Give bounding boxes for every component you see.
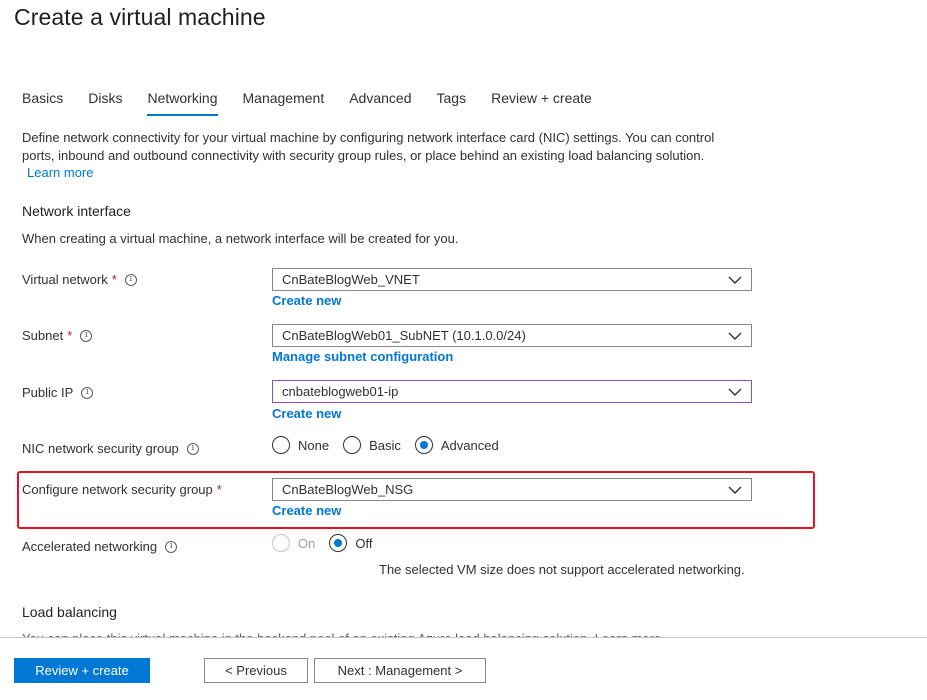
radio-advanced-label: Advanced (440, 437, 499, 453)
subnet-value: CnBateBlogWeb01_SubNET (10.1.0.0/24) (282, 328, 526, 343)
subnet-label-text: Subnet (22, 328, 64, 343)
tab-review-create[interactable]: Review + create (491, 90, 592, 116)
network-interface-subtitle: When creating a virtual machine, a netwo… (22, 231, 459, 246)
public-ip-create-new-link[interactable]: Create new (272, 406, 341, 421)
tab-disks[interactable]: Disks (88, 90, 122, 116)
configure-nsg-label: Configure network security group * (22, 482, 222, 497)
configure-nsg-value: CnBateBlogWeb_NSG (282, 482, 414, 497)
tab-advanced[interactable]: Advanced (349, 90, 411, 116)
configure-nsg-label-text: Configure network security group (22, 482, 213, 497)
public-ip-label-text: Public IP (22, 385, 74, 400)
radio-off-label: Off (355, 535, 373, 551)
chevron-down-icon (728, 486, 742, 494)
radio-none[interactable] (272, 436, 290, 454)
required-marker: * (67, 328, 73, 343)
tab-bar: Basics Disks Networking Management Advan… (22, 90, 617, 116)
virtual-network-label: Virtual network * i (22, 272, 137, 287)
next-management-button[interactable]: Next : Management > (314, 658, 486, 683)
radio-on-label: On (298, 535, 316, 551)
subnet-dropdown[interactable]: CnBateBlogWeb01_SubNET (10.1.0.0/24) (272, 324, 752, 347)
radio-basic[interactable] (343, 436, 362, 454)
accelerated-networking-label-text: Accelerated networking (22, 539, 158, 554)
nic-nsg-label: NIC network security group i (22, 441, 199, 456)
accelerated-option-on: On (272, 534, 315, 552)
chevron-down-icon (728, 276, 742, 284)
chevron-down-icon (728, 388, 742, 396)
subnet-label: Subnet * i (22, 328, 93, 343)
load-balancing-description: You can place this virtual machine in th… (22, 630, 661, 637)
review-create-button[interactable]: Review + create (14, 658, 150, 683)
tab-tags[interactable]: Tags (437, 90, 467, 116)
public-ip-value: cnbateblogweb01-ip (282, 384, 399, 399)
info-icon[interactable]: i (186, 442, 199, 455)
radio-advanced[interactable] (414, 436, 433, 454)
tab-networking[interactable]: Networking (147, 90, 218, 116)
info-icon[interactable]: i (165, 540, 178, 553)
required-marker: * (216, 482, 222, 497)
radio-off[interactable] (329, 534, 348, 552)
virtual-network-dropdown[interactable]: CnBateBlogWeb_VNET (272, 268, 752, 291)
nic-nsg-radio-group: None Basic Advanced (272, 436, 513, 454)
nic-nsg-option-basic[interactable]: Basic (343, 436, 401, 454)
radio-none-label: None (298, 437, 330, 453)
info-icon[interactable]: i (124, 273, 137, 286)
configure-nsg-dropdown[interactable]: CnBateBlogWeb_NSG (272, 478, 752, 501)
configure-nsg-create-new-link[interactable]: Create new (272, 503, 341, 518)
tab-basics[interactable]: Basics (22, 90, 63, 116)
nic-nsg-label-text: NIC network security group (22, 441, 179, 456)
public-ip-dropdown[interactable]: cnbateblogweb01-ip (272, 380, 752, 403)
virtual-network-value: CnBateBlogWeb_VNET (282, 272, 420, 287)
public-ip-label: Public IP i (22, 385, 94, 400)
manage-subnet-configuration-link[interactable]: Manage subnet configuration (272, 349, 453, 364)
virtual-network-label-text: Virtual network (22, 272, 108, 287)
network-interface-heading: Network interface (22, 203, 131, 219)
info-icon[interactable]: i (80, 329, 93, 342)
footer-bar: Review + create < Previous Next : Manage… (0, 637, 927, 700)
nic-nsg-option-advanced[interactable]: Advanced (414, 436, 499, 454)
radio-basic-label: Basic (369, 437, 401, 453)
radio-on (272, 534, 290, 552)
learn-more-link[interactable]: Learn more (27, 165, 93, 180)
tab-management[interactable]: Management (243, 90, 325, 116)
nic-nsg-option-none[interactable]: None (272, 436, 329, 454)
accelerated-radio-group: On Off (272, 534, 386, 552)
chevron-down-icon (728, 332, 742, 340)
page-title: Create a virtual machine (14, 4, 266, 30)
info-icon[interactable]: i (81, 386, 94, 399)
accelerated-option-off[interactable]: Off (329, 534, 372, 552)
required-marker: * (111, 272, 117, 287)
virtual-network-create-new-link[interactable]: Create new (272, 293, 341, 308)
load-balancing-heading: Load balancing (22, 604, 117, 620)
accelerated-networking-note: The selected VM size does not support ac… (379, 562, 745, 577)
accelerated-networking-label: Accelerated networking i (22, 539, 178, 554)
page-description: Define network connectivity for your vir… (22, 130, 715, 163)
previous-button[interactable]: < Previous (204, 658, 308, 683)
